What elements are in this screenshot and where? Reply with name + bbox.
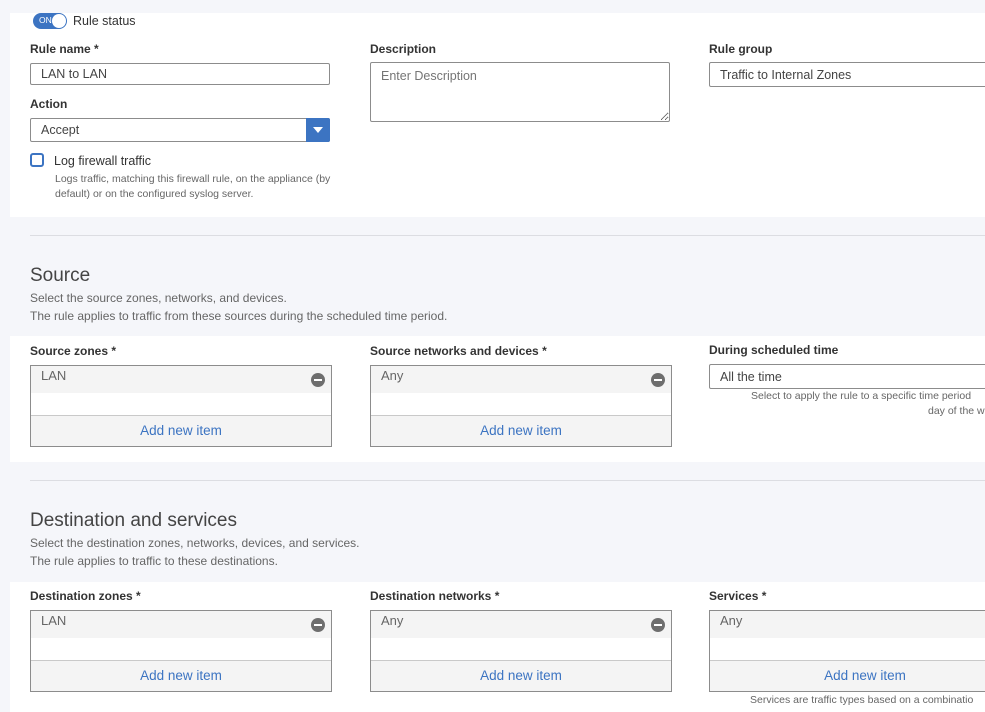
services-list: Any Add new item [709,610,985,692]
add-destination-zone-button[interactable]: Add new item [31,660,331,691]
services-label: Services * [709,589,767,603]
destination-subtitle: Select the destination zones, networks, … [30,534,360,570]
section-divider [30,480,985,481]
toggle-knob [52,14,66,28]
add-destination-network-button[interactable]: Add new item [371,660,671,691]
schedule-hint-line-2: day of the w [928,405,985,417]
source-zones-list: LAN Add new item [30,365,332,447]
destination-title: Destination and services [30,510,237,531]
destination-networks-list: Any Add new item [370,610,672,692]
add-source-network-button[interactable]: Add new item [371,415,671,446]
minus-circle-icon[interactable] [311,373,325,387]
toggle-on-text: ON [39,15,52,25]
action-value: Accept [41,123,80,137]
log-traffic-label: Log firewall traffic [54,154,152,168]
source-network-item: Any [381,368,404,383]
rule-status-toggle[interactable]: ON [33,13,67,29]
source-zones-label: Source zones * [30,344,117,358]
rule-group-select[interactable]: Traffic to Internal Zones [709,62,985,87]
rule-group-label: Rule group [709,42,773,56]
rule-name-input[interactable]: LAN to LAN [30,63,330,85]
log-hint-line-2: default) or on the configured syslog ser… [55,188,254,200]
source-subtitle: Select the source zones, networks, and d… [30,289,447,325]
destination-zones-list: LAN Add new item [30,610,332,692]
destination-sub-line-2: The rule applies to traffic to these des… [30,554,278,568]
schedule-value: All the time [720,369,782,384]
log-traffic-hint: Logs traffic, matching this firewall rul… [55,172,330,202]
source-networks-list: Any Add new item [370,365,672,447]
rule-name-label: Rule name * [30,42,99,56]
list-item[interactable]: Any [710,611,985,638]
source-zone-item: LAN [41,368,67,383]
minus-circle-icon[interactable] [651,373,665,387]
action-label: Action [30,97,68,111]
list-item[interactable]: LAN [31,366,331,393]
schedule-label: During scheduled time [709,343,839,357]
rule-name-value: LAN to LAN [41,67,108,81]
rule-group-value: Traffic to Internal Zones [720,67,852,82]
minus-circle-icon[interactable] [311,618,325,632]
destination-sub-line-1: Select the destination zones, networks, … [30,536,360,550]
schedule-hint-line-1: Select to apply the rule to a specific t… [751,390,972,402]
destination-networks-label: Destination networks * [370,589,500,603]
list-item[interactable]: Any [371,611,671,638]
source-networks-label: Source networks and devices * [370,344,547,358]
services-hint: Services are traffic types based on a co… [750,694,974,706]
list-item[interactable]: LAN [31,611,331,638]
schedule-hint: Select to apply the rule to a specific t… [751,389,985,419]
list-item[interactable]: Any [371,366,671,393]
action-select[interactable]: Accept [30,118,330,142]
description-textarea[interactable] [370,62,670,122]
schedule-select[interactable]: All the time [709,364,985,389]
rule-status-label: Rule status [73,14,136,28]
destination-zone-item: LAN [41,613,67,628]
section-divider [30,235,985,236]
add-source-zone-button[interactable]: Add new item [31,415,331,446]
source-sub-line-1: Select the source zones, networks, and d… [30,291,287,305]
description-label: Description [370,42,437,56]
add-service-button[interactable]: Add new item [710,660,985,691]
service-item: Any [720,613,743,628]
source-sub-line-2: The rule applies to traffic from these s… [30,309,448,323]
destination-zones-label: Destination zones * [30,589,141,603]
minus-circle-icon[interactable] [651,618,665,632]
destination-network-item: Any [381,613,404,628]
log-traffic-checkbox[interactable] [30,153,44,167]
source-title: Source [30,265,91,286]
chevron-down-icon[interactable] [306,118,330,142]
log-hint-line-1: Logs traffic, matching this firewall rul… [55,173,331,185]
